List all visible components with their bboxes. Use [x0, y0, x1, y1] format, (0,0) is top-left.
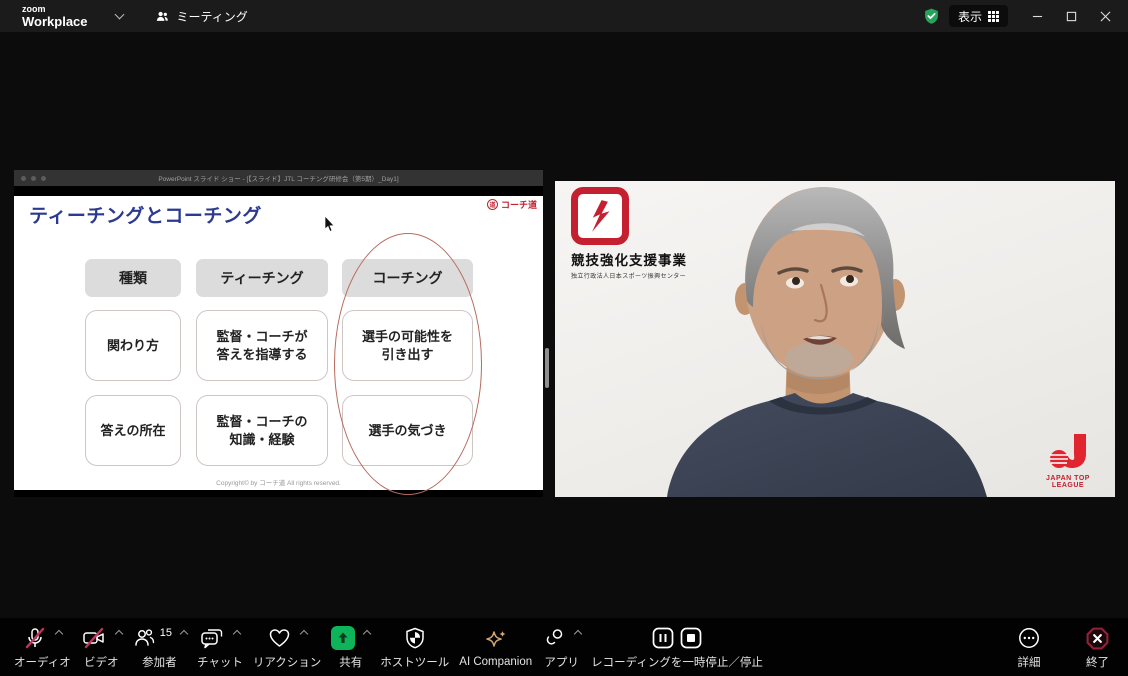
brand-workplace: Workplace	[22, 13, 88, 29]
table-cell: 選手の可能性を 引き出す	[342, 310, 473, 381]
ai-companion-button[interactable]: AI Companion	[459, 626, 532, 668]
table-header-teaching: ティーチング	[196, 259, 328, 297]
minimize-button[interactable]	[1020, 0, 1054, 32]
coach-do-logo: 道 コーチ道	[486, 198, 537, 211]
security-shield-icon[interactable]	[923, 7, 940, 25]
participants-count: 15	[159, 627, 172, 639]
panel-resize-handle[interactable]	[545, 348, 549, 388]
meeting-people-icon	[156, 11, 168, 21]
view-grid-icon	[988, 10, 999, 22]
japan-top-league-logo: JAPAN TOP LEAGUE	[1029, 432, 1107, 489]
participant-video-panel[interactable]: 競技強化支援事業 独立行政法人日本スポーツ振興センター JAPAN TOP LE…	[555, 181, 1115, 497]
chat-icon	[201, 629, 223, 649]
table-header-shurui: 種類	[85, 259, 181, 297]
program-badge-subtitle: 独立行政法人日本スポーツ振興センター	[571, 274, 687, 280]
pause-recording-icon[interactable]	[651, 626, 675, 650]
apps-options-chevron[interactable]	[573, 629, 583, 639]
host-tools-shield-icon	[406, 627, 424, 649]
chat-button[interactable]: チャット	[197, 624, 243, 670]
table-cell: 監督・コーチの 知識・経験	[196, 395, 328, 466]
heart-icon	[269, 629, 290, 647]
brand-zoom: zoom	[22, 3, 46, 14]
end-meeting-icon	[1086, 627, 1109, 649]
recording-controls[interactable]: レコーディングを一時停止／停止	[591, 624, 763, 670]
zoom-workplace-logo: zoom Workplace	[22, 3, 88, 29]
audio-button[interactable]: オーディオ	[14, 624, 71, 670]
view-button[interactable]: 表示	[948, 5, 1008, 27]
coach-do-logo-icon: 道	[486, 199, 498, 210]
table-header-coaching: コーチング	[342, 259, 473, 297]
window-titlebar: zoom Workplace ミーティング 表示	[0, 0, 1128, 32]
mouse-cursor	[324, 216, 335, 232]
ai-sparkle-icon	[485, 631, 506, 647]
chat-options-chevron[interactable]	[233, 629, 242, 639]
host-tools-button[interactable]: ホストツール	[380, 624, 449, 670]
jsc-logo-icon	[571, 187, 629, 245]
tab-meeting[interactable]: ミーティング	[155, 8, 248, 25]
table-cell: 答えの所在	[85, 395, 181, 466]
program-badge: 競技強化支援事業 独立行政法人日本スポーツ振興センター	[571, 187, 731, 280]
more-ellipsis-icon	[1019, 628, 1039, 648]
shared-screen-panel[interactable]: PowerPoint スライド ショー - [【スライド】JTL コーチング研修…	[14, 170, 543, 497]
audio-options-chevron[interactable]	[54, 629, 64, 639]
close-button[interactable]	[1088, 0, 1122, 32]
maximize-button[interactable]	[1054, 0, 1088, 32]
window-controls	[1020, 0, 1122, 32]
ppt-window-titlebar: PowerPoint スライド ショー - [【スライド】JTL コーチング研修…	[14, 170, 543, 186]
participants-options-chevron[interactable]	[179, 629, 189, 639]
jtl-logo-icon	[1050, 434, 1086, 468]
video-button[interactable]: ビデオ	[81, 624, 123, 670]
view-button-label: 表示	[957, 9, 982, 24]
table-cell: 選手の気づき	[342, 395, 473, 466]
slide-title: ティーチングとコーチング	[29, 206, 262, 227]
presentation-slide: ティーチングとコーチング 道 コーチ道 種類 ティーチング コーチング 関わり方…	[14, 196, 543, 495]
reactions-button[interactable]: リアクション	[253, 624, 321, 670]
meeting-stage: PowerPoint スライド ショー - [【スライド】JTL コーチング研修…	[0, 32, 1128, 618]
share-options-chevron[interactable]	[363, 629, 372, 639]
table-cell: 関わり方	[85, 310, 181, 381]
ppt-window-title: PowerPoint スライド ショー - [【スライド】JTL コーチング研修…	[158, 176, 399, 183]
titlebar-right-cluster: 表示	[923, 0, 1128, 32]
apps-button[interactable]: アプリ	[542, 624, 583, 670]
video-options-chevron[interactable]	[114, 629, 123, 639]
slide-copyright: Copyright© by コーチ道 All rights reserved.	[216, 480, 341, 487]
microphone-muted-icon	[25, 627, 45, 649]
participants-icon	[134, 629, 154, 646]
coach-do-logo-text: コーチ道	[500, 200, 537, 210]
brand-chevron-down-icon[interactable]	[114, 9, 124, 20]
end-meeting-button[interactable]: 終了	[1085, 624, 1110, 670]
jtl-logo-text: JAPAN TOP LEAGUE	[1046, 475, 1090, 489]
more-button[interactable]: 詳細	[1017, 624, 1041, 670]
table-cell: 監督・コーチが 答えを指導する	[196, 310, 328, 381]
share-screen-icon	[331, 626, 356, 650]
share-button[interactable]: 共有	[331, 624, 372, 670]
tab-meeting-label: ミーティング	[176, 9, 248, 24]
program-badge-title: 競技強化支援事業	[571, 253, 687, 268]
participants-button[interactable]: 15 参加者	[132, 624, 189, 670]
stop-recording-icon[interactable]	[679, 626, 703, 650]
apps-icon	[546, 629, 563, 645]
camera-muted-icon	[82, 627, 104, 649]
reactions-options-chevron[interactable]	[299, 629, 309, 639]
meeting-toolbar: オーディオ ビデオ 15 参加者 チャット リアクション 共有 ホストツール A…	[0, 618, 1128, 676]
